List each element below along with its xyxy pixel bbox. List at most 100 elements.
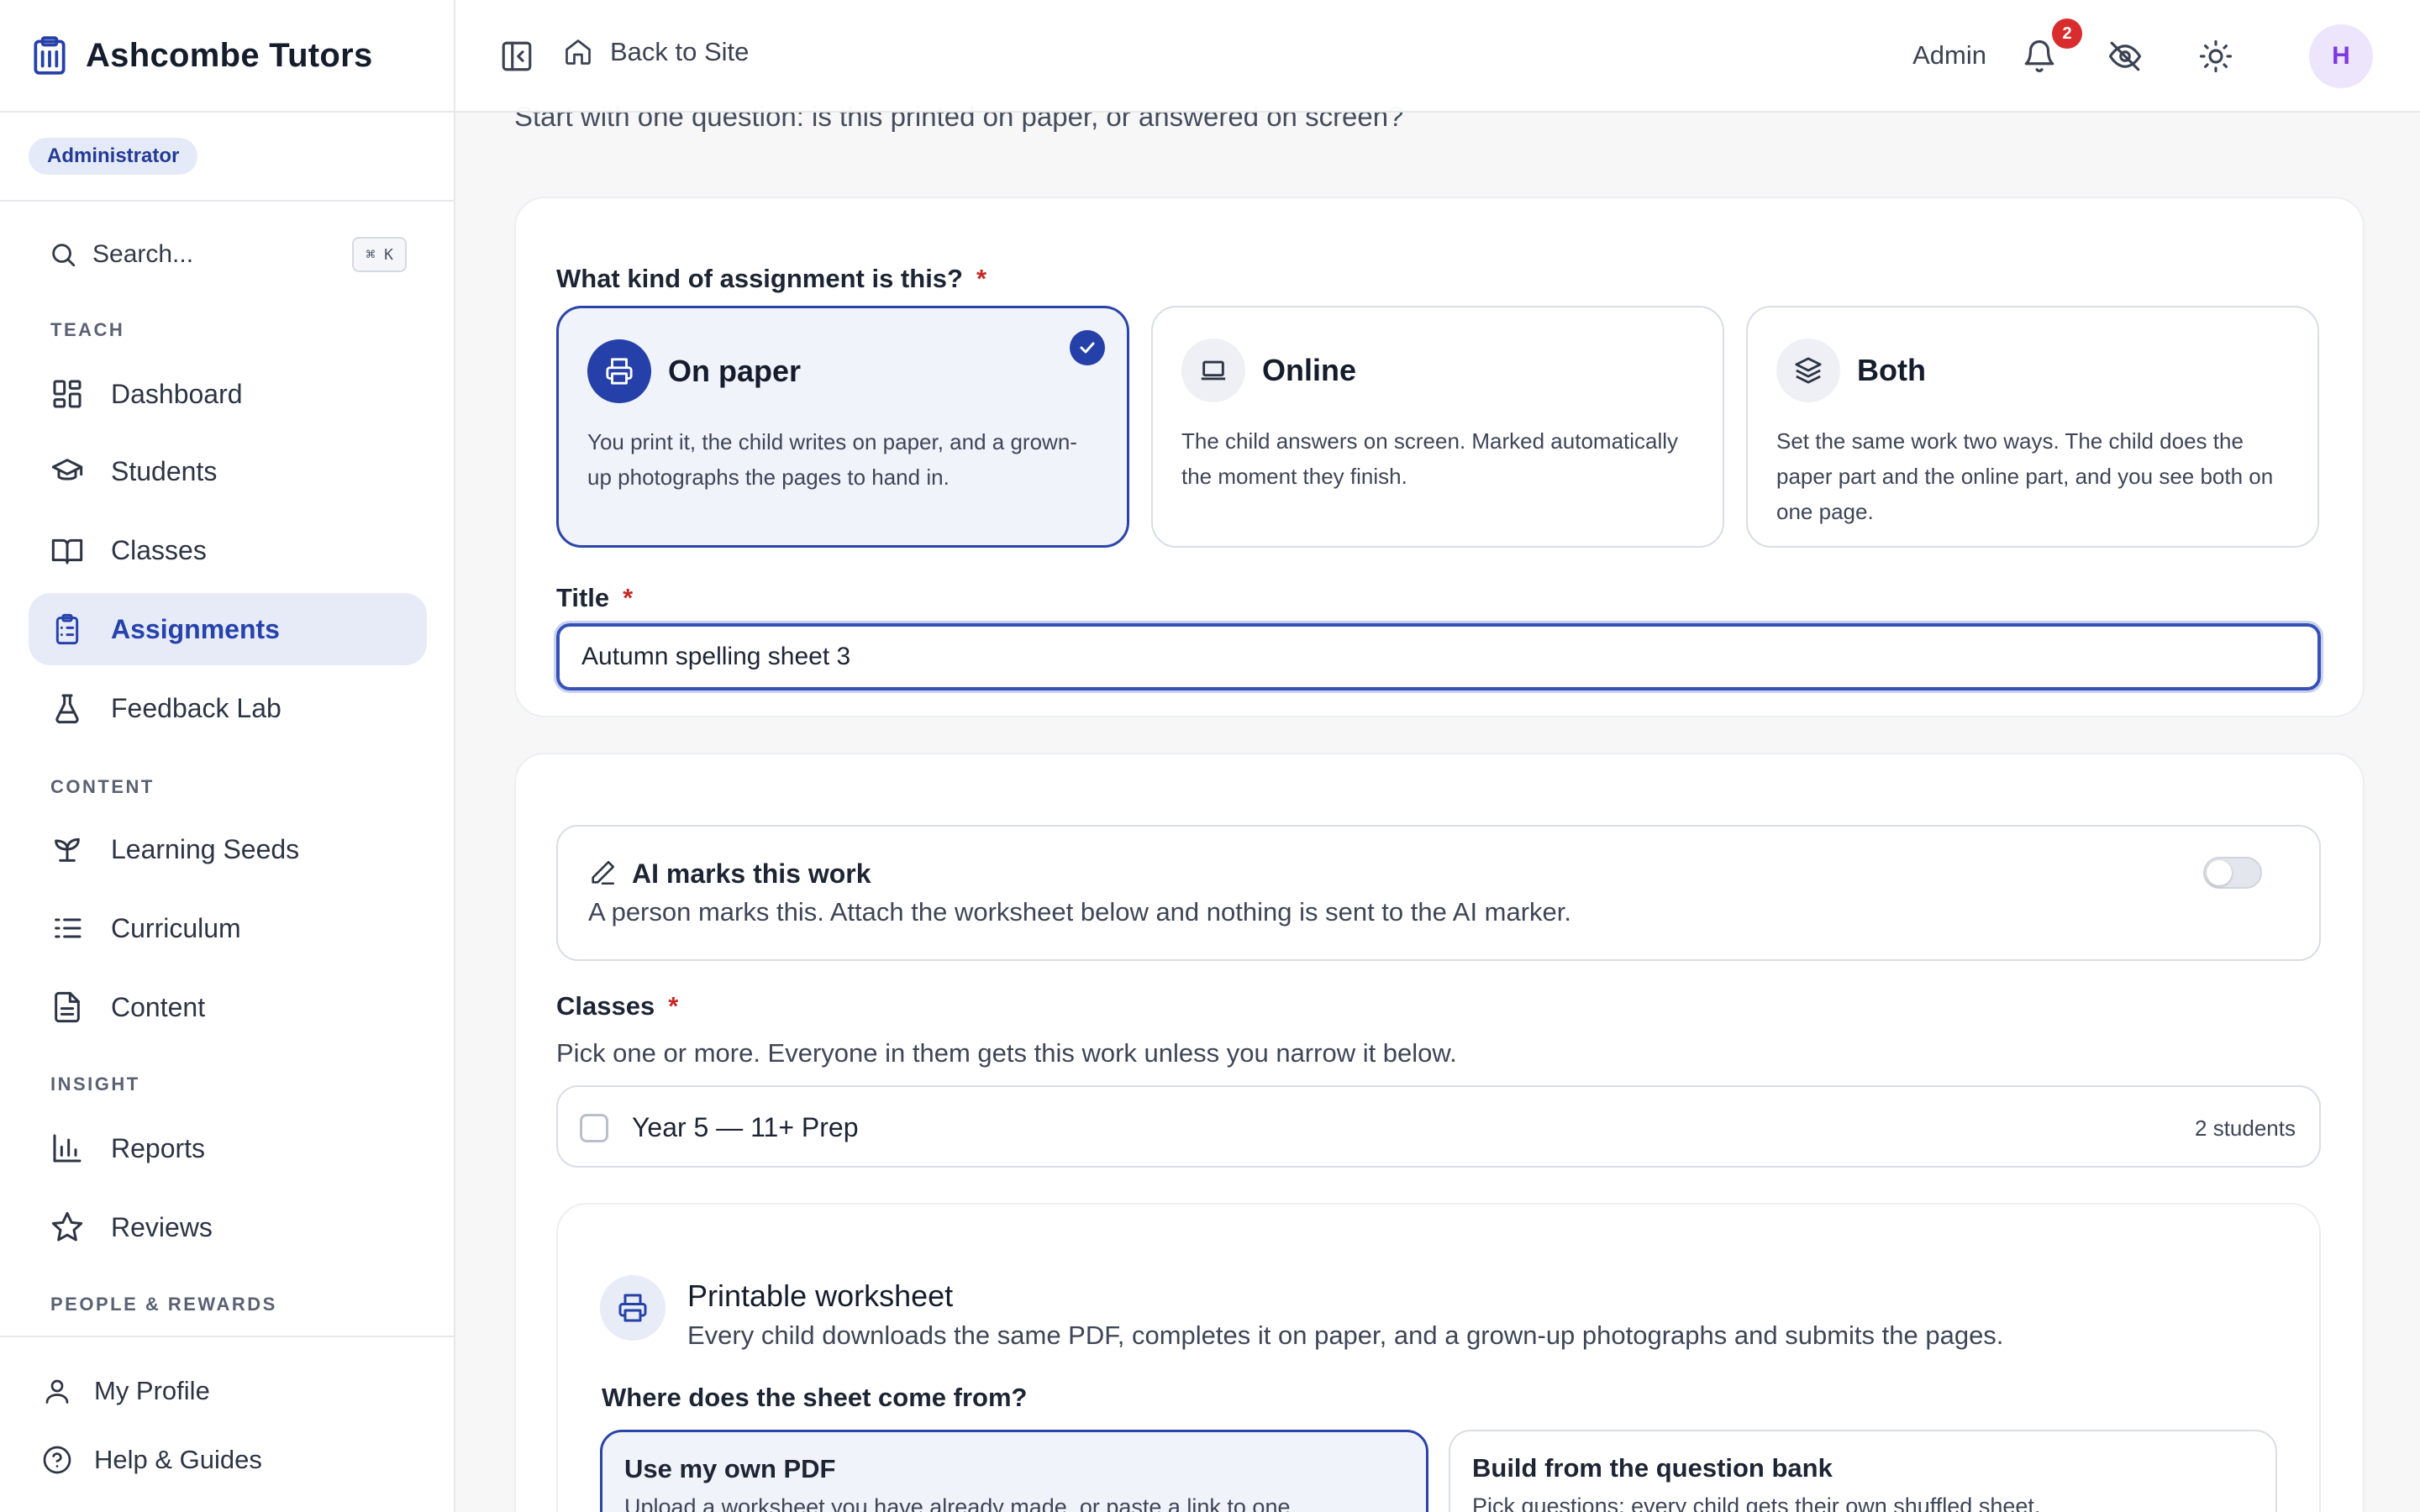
sidebar-item-students[interactable]: Students	[29, 435, 427, 507]
source-option-question-bank[interactable]: Build from the question bank Pick questi…	[1449, 1430, 2277, 1512]
class-checkbox[interactable]	[580, 1114, 608, 1142]
sidebar-item-reports[interactable]: Reports	[29, 1112, 427, 1184]
worksheet-source-question: Where does the sheet come from?	[602, 1383, 1028, 1412]
role-badge: Administrator	[29, 138, 198, 175]
ai-marking-panel: AI marks this work A person marks this. …	[556, 825, 2321, 961]
sun-icon[interactable]	[2198, 39, 2233, 74]
worksheet-description: Every child downloads the same PDF, comp…	[687, 1320, 2004, 1350]
admin-link[interactable]: Admin	[1912, 40, 1986, 71]
sidebar-item-label: Content	[111, 991, 206, 1022]
notification-count-badge: 2	[2052, 18, 2082, 49]
section-label-people: PEOPLE & REWARDS	[50, 1294, 277, 1315]
source-option-description: Pick questions; every child gets their o…	[1472, 1494, 2041, 1512]
book-open-icon	[50, 533, 84, 567]
pencil-icon	[588, 858, 617, 887]
type-option-title: On paper	[668, 354, 802, 388]
sidebar-item-label: Classes	[111, 534, 207, 565]
sidebar-item-dashboard[interactable]: Dashboard	[29, 358, 427, 430]
printable-worksheet-card: Printable worksheet Every child download…	[556, 1203, 2321, 1512]
sidebar-item-feedback-lab[interactable]: Feedback Lab	[29, 672, 427, 744]
brand-name: Ashcombe Tutors	[86, 36, 373, 74]
type-option-description: The child answers on screen. Marked auto…	[1181, 428, 1679, 489]
user-icon	[42, 1376, 72, 1406]
laptop-icon	[1181, 339, 1245, 402]
assignment-type-label-text: What kind of assignment is this?	[556, 264, 963, 293]
classes-label: Classes *	[556, 991, 678, 1021]
star-icon	[50, 1210, 84, 1244]
layers-icon	[1776, 339, 1840, 402]
toggle-knob	[2207, 860, 2232, 885]
sidebar-item-label: Reports	[111, 1132, 206, 1163]
section-label-teach: TEACH	[50, 319, 125, 340]
type-option-title: Both	[1857, 353, 1926, 387]
section-label-content: CONTENT	[50, 776, 155, 797]
sidebar-item-label: Learning Seeds	[111, 833, 300, 864]
worksheet-title: Printable worksheet	[687, 1278, 954, 1313]
dashboard-icon	[50, 377, 84, 411]
type-option-online[interactable]: Online The child answers on screen. Mark…	[1151, 306, 1724, 548]
check-icon	[1070, 330, 1105, 365]
section-label-insight: INSIGHT	[50, 1074, 140, 1095]
search-shortcut: ⌘ K	[352, 237, 407, 272]
flask-icon	[50, 691, 84, 725]
brand[interactable]: Ashcombe Tutors	[0, 0, 454, 113]
clipboard-logo-icon	[29, 34, 71, 76]
type-option-description: Set the same work two ways. The child do…	[1776, 428, 2274, 524]
class-student-count: 2 students	[2195, 1116, 2296, 1141]
sidebar-item-content[interactable]: Content	[29, 971, 427, 1043]
sidebar-item-label: Curriculum	[111, 912, 241, 943]
printer-icon	[600, 1275, 666, 1341]
my-profile-label: My Profile	[94, 1376, 210, 1405]
sidebar-item-label: Feedback Lab	[111, 692, 281, 723]
source-option-own-pdf[interactable]: Use my own PDF Upload a worksheet you ha…	[600, 1430, 1428, 1512]
title-field-label-text: Title	[556, 583, 610, 612]
source-option-title: Use my own PDF	[624, 1454, 836, 1483]
sidebar-item-label: Reviews	[111, 1211, 213, 1242]
search-placeholder: Search...	[92, 240, 194, 268]
clipboard-list-icon	[50, 612, 84, 646]
type-option-title: Online	[1262, 353, 1357, 387]
sidebar-item-classes[interactable]: Classes	[29, 514, 427, 586]
type-option-on-paper[interactable]: On paper You print it, the child writes …	[556, 306, 1129, 548]
help-guides-label: Help & Guides	[94, 1445, 262, 1474]
help-guides-link[interactable]: Help & Guides	[42, 1445, 262, 1475]
ai-marking-toggle[interactable]	[2203, 857, 2262, 889]
sprout-icon	[50, 832, 84, 866]
sidebar-item-label: Dashboard	[111, 378, 243, 409]
eye-off-icon[interactable]	[2107, 39, 2143, 74]
my-profile-link[interactable]: My Profile	[42, 1376, 210, 1406]
sidebar-item-curriculum[interactable]: Curriculum	[29, 892, 427, 964]
search-input[interactable]: Search... ⌘ K	[29, 227, 407, 282]
printer-icon	[587, 339, 651, 403]
home-icon	[563, 37, 593, 67]
classes-label-text: Classes	[556, 991, 655, 1021]
sidebar: Ashcombe Tutors Administrator Search... …	[0, 0, 455, 1512]
sidebar-item-assignments[interactable]: Assignments	[29, 593, 427, 665]
assignment-type-label: What kind of assignment is this? *	[556, 264, 986, 294]
role-section: Administrator	[0, 113, 454, 202]
list-ordered-icon	[50, 911, 84, 945]
collapse-sidebar-icon[interactable]	[499, 39, 534, 74]
sidebar-item-label: Students	[111, 455, 218, 486]
class-name: Year 5 — 11+ Prep	[632, 1112, 859, 1142]
type-option-both[interactable]: Both Set the same work two ways. The chi…	[1746, 306, 2319, 548]
bar-chart-icon	[50, 1131, 84, 1165]
sidebar-item-label: Assignments	[111, 613, 280, 644]
class-option-row[interactable]: Year 5 — 11+ Prep 2 students	[556, 1085, 2321, 1168]
ai-marking-description: A person marks this. Attach the workshee…	[588, 897, 1572, 927]
required-mark: *	[623, 583, 634, 612]
help-circle-icon	[42, 1445, 72, 1475]
sidebar-item-reviews[interactable]: Reviews	[29, 1191, 427, 1263]
bell-icon[interactable]	[2022, 39, 2057, 74]
required-mark: *	[668, 991, 679, 1021]
source-option-title: Build from the question bank	[1472, 1453, 1833, 1483]
avatar[interactable]: H	[2309, 24, 2373, 88]
back-to-site-link[interactable]: Back to Site	[563, 37, 749, 67]
back-to-site-label: Back to Site	[610, 37, 750, 66]
title-input[interactable]	[554, 621, 2323, 693]
search-icon	[49, 240, 77, 269]
type-option-description: You print it, the child writes on paper,…	[587, 429, 1077, 490]
ai-marking-title: AI marks this work	[632, 858, 871, 889]
required-mark: *	[976, 264, 987, 293]
sidebar-item-learning-seeds[interactable]: Learning Seeds	[29, 813, 427, 885]
